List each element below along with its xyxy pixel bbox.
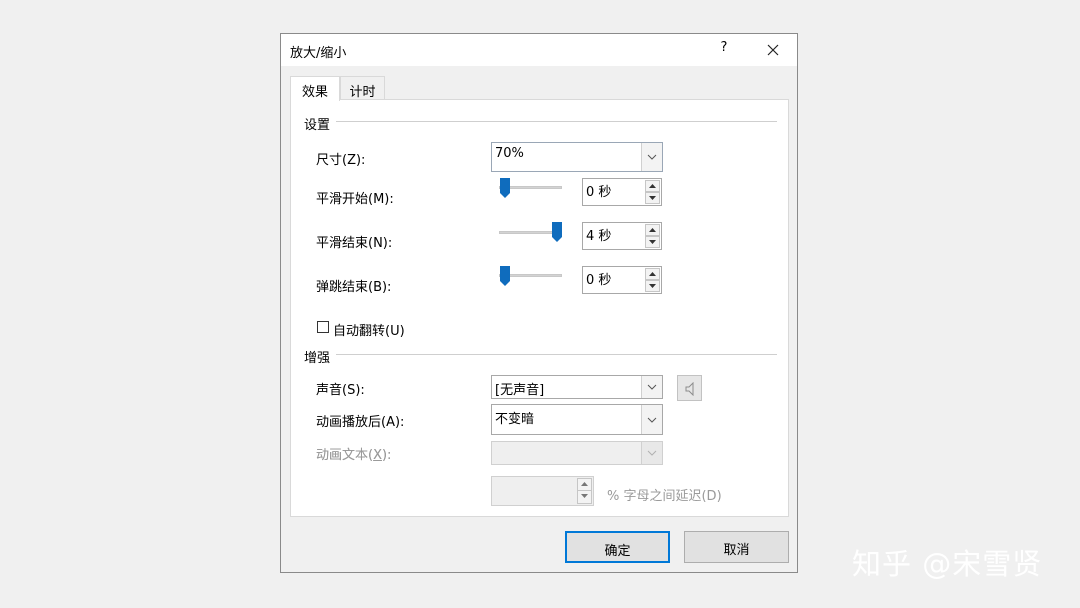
zoom-effect-dialog: 放大/缩小 ? 效果 计时 设置 尺寸(Z): 70% 平滑开始(M): 0 秒… <box>280 33 798 573</box>
chevron-down-icon <box>647 450 657 456</box>
after-animation-value: 不变暗 <box>495 412 535 427</box>
arrow-down-icon <box>649 196 656 200</box>
animate-text-combobox[interactable] <box>491 441 663 465</box>
after-animation-dropdown-button[interactable] <box>641 405 662 434</box>
arrow-up-icon <box>649 228 656 232</box>
cancel-button-label: 取消 <box>723 543 750 558</box>
smooth-start-decrement[interactable] <box>645 192 660 204</box>
letter-delay-label: % 字母之间延迟(D) <box>607 489 722 504</box>
smooth-end-slider-thumb[interactable] <box>552 222 562 242</box>
smooth-end-increment[interactable] <box>645 224 660 236</box>
letter-delay-spinner[interactable] <box>491 476 594 506</box>
size-label: 尺寸(Z): <box>316 153 366 168</box>
after-animation-combobox[interactable]: 不变暗 <box>491 404 663 435</box>
cancel-button[interactable]: 取消 <box>684 531 789 563</box>
bounce-end-slider-thumb[interactable] <box>500 266 510 286</box>
effect-panel: 设置 尺寸(Z): 70% 平滑开始(M): 0 秒 平滑结束(N): 4 秒 … <box>290 99 789 517</box>
smooth-start-value: 0 秒 <box>586 185 612 200</box>
arrow-up-icon <box>649 272 656 276</box>
arrow-down-icon <box>649 284 656 288</box>
bounce-end-label: 弹跳结束(B): <box>316 280 392 295</box>
tab-effect-label: 效果 <box>301 85 328 100</box>
close-icon <box>767 44 779 56</box>
auto-reverse-checkbox[interactable] <box>317 321 329 333</box>
settings-divider <box>336 121 777 122</box>
speaker-icon <box>685 382 694 396</box>
enhancements-group-label: 增强 <box>304 351 331 366</box>
tab-timing[interactable]: 计时 <box>340 76 385 100</box>
chevron-down-icon <box>647 417 657 423</box>
after-animation-label: 动画播放后(A): <box>316 415 405 430</box>
sound-label: 声音(S): <box>316 383 365 398</box>
arrow-down-icon <box>649 240 656 244</box>
size-dropdown-button[interactable] <box>641 143 662 171</box>
smooth-start-slider-thumb[interactable] <box>500 178 510 198</box>
bounce-end-increment[interactable] <box>645 268 660 280</box>
arrow-down-icon <box>581 494 588 498</box>
smooth-start-label: 平滑开始(M): <box>316 192 394 207</box>
settings-group-label: 设置 <box>304 118 331 133</box>
smooth-end-value: 4 秒 <box>586 229 612 244</box>
watermark: 知乎 @宋雪贤 <box>852 547 1043 581</box>
tab-effect[interactable]: 效果 <box>290 76 340 101</box>
dialog-title: 放大/缩小 <box>290 46 347 61</box>
sound-volume-button[interactable] <box>677 375 702 401</box>
smooth-start-spinner[interactable]: 0 秒 <box>582 178 662 206</box>
bounce-end-spinner[interactable]: 0 秒 <box>582 266 662 294</box>
size-value: 70% <box>495 146 524 161</box>
chevron-down-icon <box>647 384 657 390</box>
ok-button-label: 确定 <box>604 544 631 559</box>
bounce-end-value: 0 秒 <box>586 273 612 288</box>
tab-timing-label: 计时 <box>349 85 376 100</box>
ok-button[interactable]: 确定 <box>565 531 670 563</box>
arrow-up-icon <box>649 184 656 188</box>
size-combobox[interactable]: 70% <box>491 142 663 172</box>
sound-combobox[interactable]: [无声音] <box>491 375 663 399</box>
help-button[interactable]: ? <box>709 40 739 60</box>
animate-text-label-text: 动画文本(X): <box>316 448 392 463</box>
smooth-end-decrement[interactable] <box>645 236 660 248</box>
letter-delay-decrement[interactable] <box>577 490 592 504</box>
arrow-up-icon <box>581 482 588 486</box>
enhancements-divider <box>336 354 777 355</box>
smooth-end-spinner[interactable]: 4 秒 <box>582 222 662 250</box>
animate-text-dropdown-button[interactable] <box>641 442 662 464</box>
smooth-end-label: 平滑结束(N): <box>316 236 393 251</box>
sound-dropdown-button[interactable] <box>641 376 662 398</box>
smooth-start-increment[interactable] <box>645 180 660 192</box>
chevron-down-icon <box>647 154 657 160</box>
close-button[interactable] <box>755 38 793 62</box>
bounce-end-decrement[interactable] <box>645 280 660 292</box>
auto-reverse-label[interactable]: 自动翻转(U) <box>333 320 405 339</box>
title-bar: 放大/缩小 ? <box>281 34 797 66</box>
sound-value: [无声音] <box>495 383 545 398</box>
